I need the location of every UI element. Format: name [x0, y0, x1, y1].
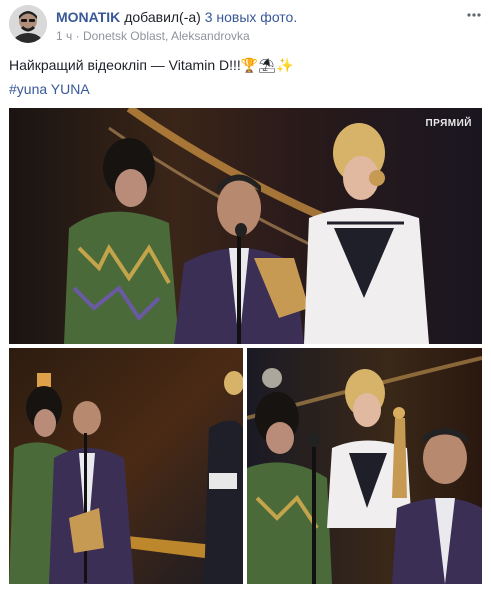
- photo-3-image: [247, 348, 482, 584]
- post-emoji: 🏆⛱✨: [240, 57, 294, 73]
- post-action-text: добавил(-а): [124, 9, 201, 25]
- avatar-image: [9, 5, 47, 43]
- post-text-body: Найкращий відеокліп — Vitamin D!!!: [9, 57, 241, 73]
- author-name[interactable]: MONATIK: [56, 9, 120, 25]
- post-time[interactable]: 1 ч: [56, 29, 72, 43]
- post-photo-1[interactable]: ПРЯМИЙ: [9, 108, 482, 344]
- more-options-icon[interactable]: [466, 9, 482, 21]
- post-photo-2[interactable]: [9, 348, 243, 584]
- meta-separator: ·: [75, 29, 80, 43]
- tagged-user-link[interactable]: YUNA: [51, 81, 90, 97]
- photo-2-image: [9, 348, 243, 584]
- author-avatar[interactable]: [9, 5, 47, 43]
- facebook-post: MONATIK добавил(-а) 3 новых фото. 1 ч · …: [0, 0, 491, 591]
- post-photo-3[interactable]: [247, 348, 482, 584]
- hashtag-link[interactable]: #yuna: [9, 81, 47, 97]
- post-location[interactable]: Donetsk Oblast, Aleksandrovka: [83, 29, 250, 43]
- post-header: MONATIK добавил(-а) 3 новых фото.: [56, 8, 297, 26]
- live-badge: ПРЯМИЙ: [425, 118, 472, 129]
- photo-1-image: [9, 108, 482, 344]
- post-text: Найкращий відеокліп — Vitamin D!!!🏆⛱✨: [9, 56, 293, 74]
- post-meta: 1 ч · Donetsk Oblast, Aleksandrovka: [56, 29, 250, 43]
- new-photos-link[interactable]: 3 новых фото.: [205, 9, 298, 25]
- post-tags: #yuna YUNA: [9, 80, 90, 98]
